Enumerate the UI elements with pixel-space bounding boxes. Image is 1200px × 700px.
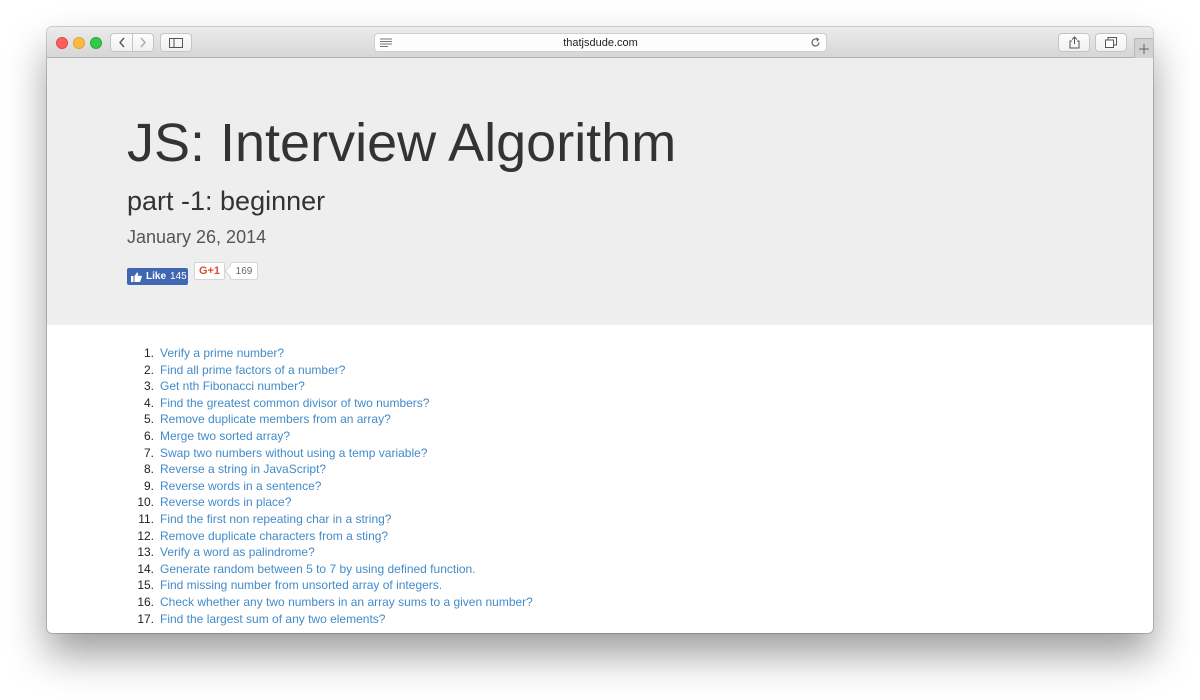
list-item: 10. Reverse words in place? — [127, 494, 533, 511]
list-item-number: 17. — [137, 611, 154, 626]
question-link[interactable]: Find the first non repeating char in a s… — [160, 511, 391, 528]
question-link[interactable]: Reverse a string in JavaScript? — [160, 461, 326, 478]
show-tabs-button[interactable] — [1095, 33, 1127, 52]
list-item-number: 7. — [143, 445, 154, 460]
list-item: 7. Swap two numbers without using a temp … — [127, 445, 533, 462]
list-item-number: 9. — [143, 478, 154, 493]
address-bar[interactable]: thatjsdude.com — [374, 33, 827, 52]
question-link[interactable]: Merge two sorted array? — [160, 428, 290, 445]
list-item-number: 10. — [137, 495, 154, 510]
list-item-number: 8. — [143, 462, 154, 477]
question-link[interactable]: Reverse words in a sentence? — [160, 478, 321, 495]
reload-icon[interactable] — [810, 37, 821, 48]
list-item-number: 15. — [137, 578, 154, 593]
list-item: 5. Remove duplicate members from an array… — [127, 411, 533, 428]
forward-button[interactable] — [132, 34, 153, 51]
plus-icon — [1139, 43, 1149, 54]
list-item: 12. Remove duplicate characters from a st… — [127, 528, 533, 545]
maximize-window-button[interactable] — [90, 37, 102, 49]
question-link[interactable]: Remove duplicate characters from a sting… — [160, 528, 388, 545]
new-tab-button[interactable] — [1134, 38, 1153, 58]
question-link[interactable]: Reverse words in place? — [160, 494, 291, 511]
minimize-window-button[interactable] — [73, 37, 85, 49]
like-label: Like — [146, 271, 167, 282]
sidebar-toggle-button[interactable] — [160, 33, 192, 52]
list-item-number: 3. — [143, 379, 154, 394]
google-plus-button[interactable]: G+1 — [194, 262, 225, 280]
list-item-number: 6. — [143, 428, 154, 443]
question-link[interactable]: Find the largest sum of any two elements… — [160, 611, 385, 628]
nav-button-group — [110, 33, 154, 52]
page-content: JS: Interview Algorithm part -1: beginne… — [47, 58, 1153, 633]
sidebar-icon — [169, 37, 183, 48]
list-item-number: 16. — [137, 594, 154, 609]
share-button[interactable] — [1058, 33, 1090, 52]
back-button[interactable] — [111, 34, 132, 51]
list-item-number: 5. — [143, 412, 154, 427]
question-link[interactable]: Generate random between 5 to 7 by using … — [160, 561, 476, 578]
question-link[interactable]: Check whether any two numbers in an arra… — [160, 594, 533, 611]
list-item-number: 12. — [137, 528, 154, 543]
facebook-like-button[interactable]: Like 145 — [127, 268, 188, 285]
list-item: 4. Find the greatest common divisor of tw… — [127, 395, 533, 412]
tabs-icon — [1105, 37, 1117, 48]
list-item-number: 14. — [137, 561, 154, 576]
list-item-number: 13. — [137, 545, 154, 560]
publish-date: January 26, 2014 — [127, 227, 267, 247]
question-link[interactable]: Verify a word as palindrome? — [160, 544, 315, 561]
question-list: 1. Verify a prime number? 2. Find all prime… — [127, 345, 533, 627]
question-link[interactable]: Swap two numbers without using a temp va… — [160, 445, 427, 462]
list-item: 9. Reverse words in a sentence? — [127, 478, 533, 495]
list-item: 2. Find all prime factors of a number? — [127, 362, 533, 379]
google-plus-count: 169 — [230, 262, 258, 280]
list-item: 6. Merge two sorted array? — [127, 428, 533, 445]
page-title: JS: Interview Algorithm — [127, 113, 677, 173]
question-link[interactable]: Get nth Fibonacci number? — [160, 378, 305, 395]
list-item-number: 1. — [143, 346, 154, 360]
list-item: 3. Get nth Fibonacci number? — [127, 378, 533, 395]
list-item: 16. Check whether any two numbers in an a… — [127, 594, 533, 611]
question-link[interactable]: Remove duplicate members from an array? — [160, 411, 391, 428]
browser-toolbar: thatjsdude.com — [47, 27, 1153, 58]
close-window-button[interactable] — [56, 37, 68, 49]
chevron-right-icon — [140, 37, 146, 48]
like-count: 145 — [170, 271, 187, 282]
browser-window: thatjsdude.com JS: Interview Algorithm p… — [47, 27, 1153, 633]
chevron-left-icon — [118, 37, 125, 48]
page-subtitle: part -1: beginner — [127, 186, 326, 216]
list-item-number: 2. — [143, 362, 154, 377]
list-item: 1. Verify a prime number? — [127, 345, 533, 362]
question-link[interactable]: Find missing number from unsorted array … — [160, 577, 442, 594]
list-item-number: 4. — [143, 395, 154, 410]
list-item: 17. Find the largest sum of any two eleme… — [127, 611, 533, 628]
url-text[interactable]: thatjsdude.com — [375, 37, 826, 49]
share-icon — [1069, 36, 1079, 49]
list-item: 15. Find missing number from unsorted arr… — [127, 577, 533, 594]
list-item: 13. Verify a word as palindrome? — [127, 544, 533, 561]
list-item: 14. Generate random between 5 to 7 by usi… — [127, 561, 533, 578]
question-link[interactable]: Find the greatest common divisor of two … — [160, 395, 429, 412]
list-item: 11. Find the first non repeating char in … — [127, 511, 533, 528]
list-item-number: 11. — [138, 511, 154, 526]
list-item: 8. Reverse a string in JavaScript? — [127, 461, 533, 478]
question-link[interactable]: Verify a prime number? — [160, 345, 284, 362]
thumbs-up-icon — [131, 272, 142, 282]
article-header: JS: Interview Algorithm part -1: beginne… — [47, 58, 1153, 325]
question-link[interactable]: Find all prime factors of a number? — [160, 362, 345, 379]
